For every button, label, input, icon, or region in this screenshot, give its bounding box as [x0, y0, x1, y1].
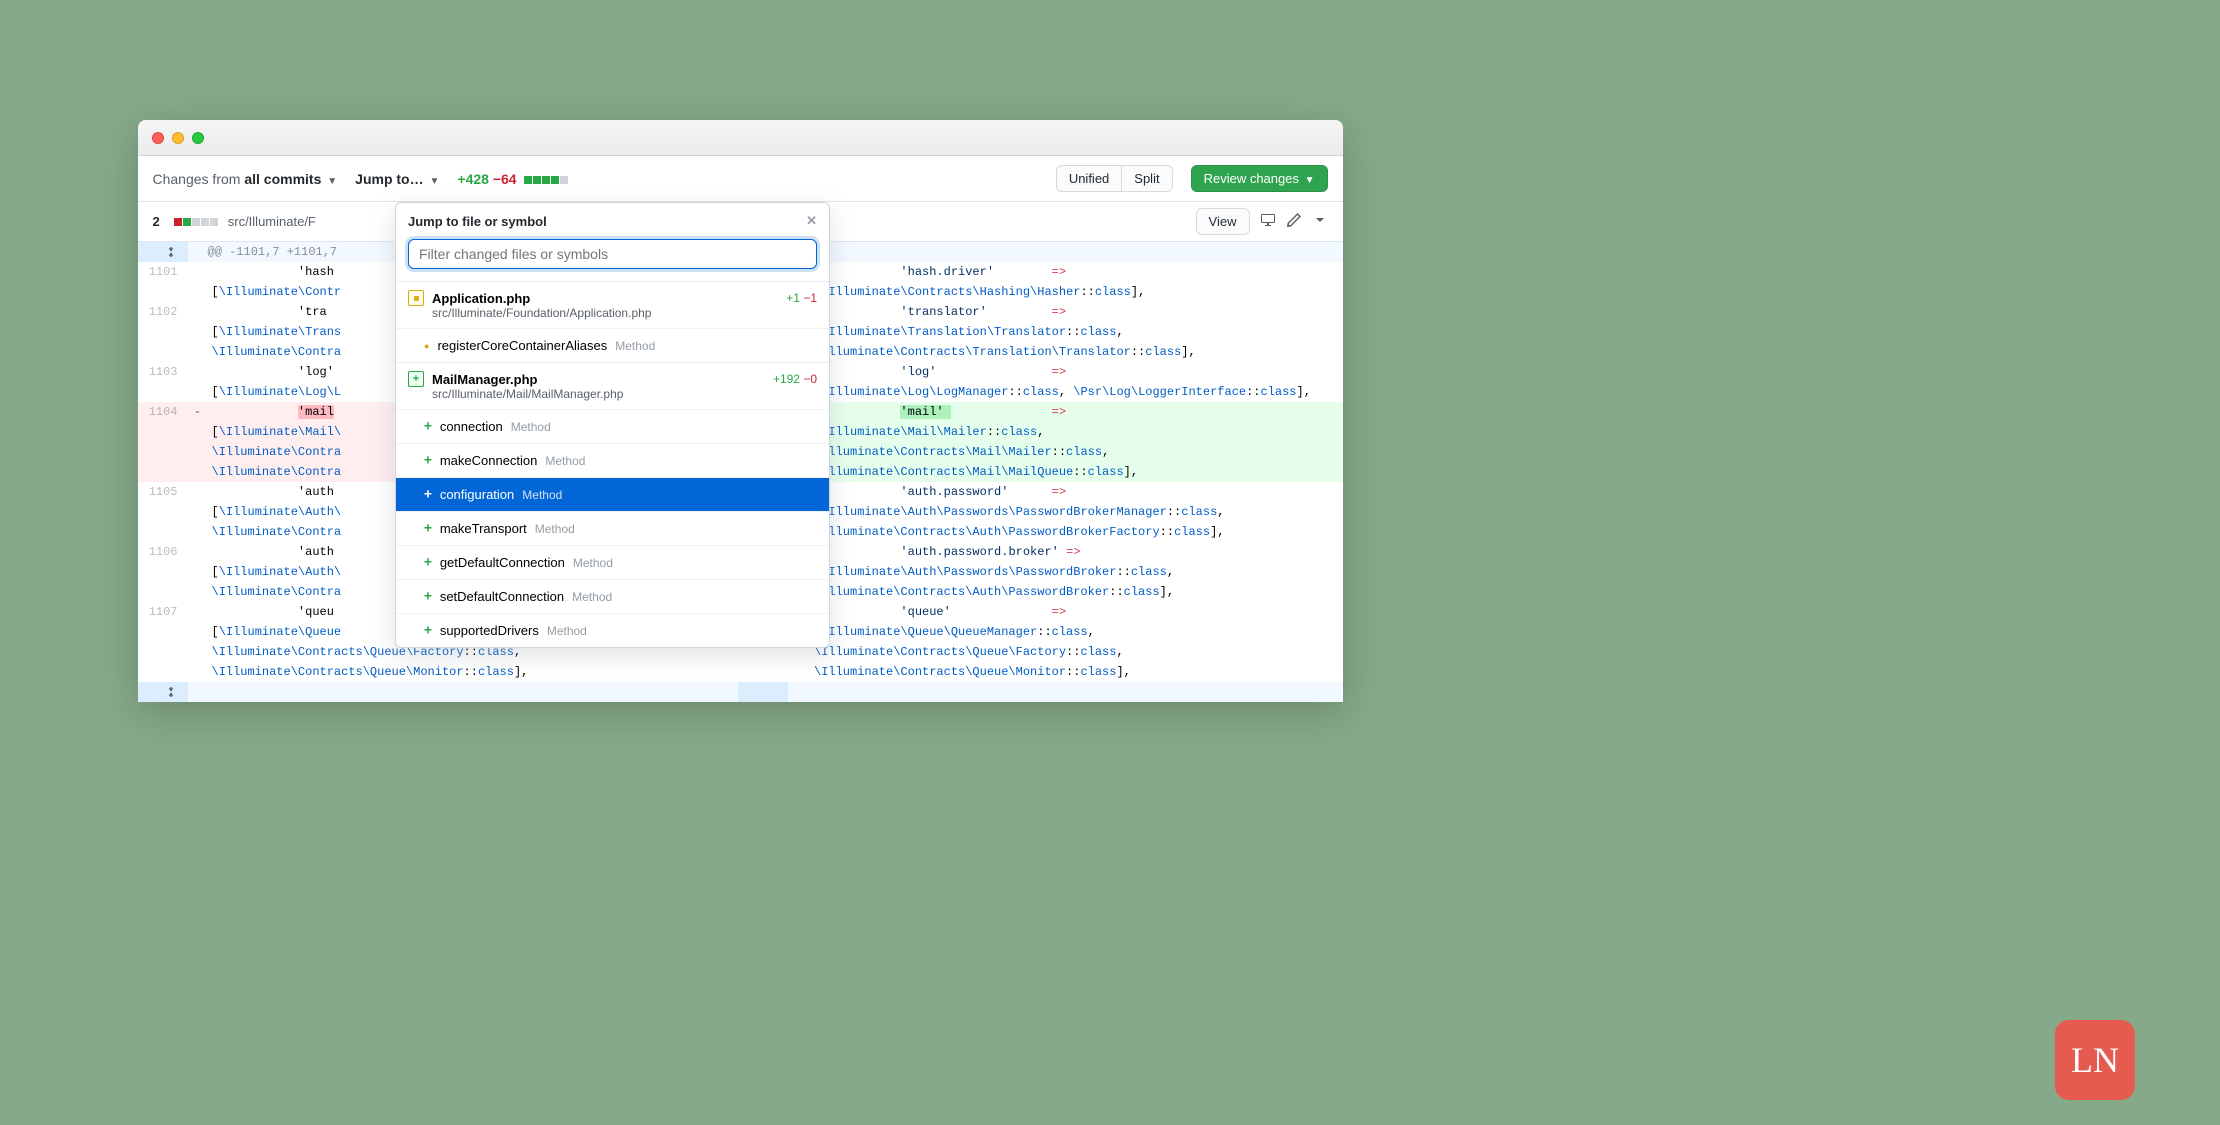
chevron-down-icon[interactable] — [1312, 212, 1328, 231]
titlebar — [138, 120, 1343, 156]
additions-count: +428 — [457, 171, 489, 187]
desktop-icon[interactable] — [1260, 212, 1276, 231]
file-path: src/Illuminate/F — [228, 214, 316, 229]
added-plus-icon: + — [424, 589, 432, 604]
file-changes-count: 2 — [153, 214, 160, 229]
symbol-name: getDefaultConnection — [440, 555, 565, 570]
jump-to-label: Jump to… — [355, 171, 423, 187]
popup-list: Application.php +1 −1src/Illuminate/Found… — [396, 281, 829, 647]
symbol-kind: Method — [615, 339, 655, 353]
modified-dot-icon: ● — [424, 341, 429, 351]
unified-button[interactable]: Unified — [1056, 165, 1121, 192]
caret-down-icon: ▼ — [1305, 175, 1315, 186]
diff-line: \Illuminate\Contracts\Queue\Monitor::cla… — [138, 662, 1343, 682]
symbol-item[interactable]: + configuration Method — [396, 477, 829, 511]
changes-from-dropdown[interactable]: Changes from all commits ▼ — [153, 171, 338, 187]
file-name: Application.php — [432, 291, 530, 306]
changes-from-value: all commits — [244, 171, 321, 187]
symbol-name: makeConnection — [440, 453, 538, 468]
symbol-item[interactable]: ● registerCoreContainerAliases Method — [396, 328, 829, 362]
added-plus-icon: + — [424, 521, 432, 536]
symbol-name: makeTransport — [440, 521, 527, 536]
symbol-kind: Method — [522, 488, 562, 502]
caret-down-icon: ▼ — [430, 176, 440, 187]
window-minimize-button[interactable] — [172, 132, 184, 144]
filter-input[interactable] — [408, 239, 817, 269]
symbol-name: configuration — [440, 487, 514, 502]
diff-toolbar: Changes from all commits ▼ Jump to… ▼ +4… — [138, 156, 1343, 202]
symbol-item[interactable]: + connection Method — [396, 409, 829, 443]
file-path: src/Illuminate/Foundation/Application.ph… — [432, 306, 817, 320]
file-name: MailManager.php — [432, 372, 537, 387]
symbol-kind: Method — [547, 624, 587, 638]
added-plus-icon: + — [424, 623, 432, 638]
file-del-stat: −1 — [803, 291, 817, 305]
symbol-item[interactable]: + makeConnection Method — [396, 443, 829, 477]
symbol-item[interactable]: + setDefaultConnection Method — [396, 579, 829, 613]
symbol-item[interactable]: + makeTransport Method — [396, 511, 829, 545]
close-icon[interactable]: ✕ — [806, 213, 817, 229]
added-plus-icon: + — [424, 487, 432, 502]
file-add-stat: +192 — [773, 372, 800, 386]
symbol-item[interactable]: + getDefaultConnection Method — [396, 545, 829, 579]
deletions-count: −64 — [493, 171, 517, 187]
symbol-kind: Method — [545, 454, 585, 468]
view-file-button[interactable]: View — [1196, 208, 1250, 235]
file-del-stat: −0 — [803, 372, 817, 386]
hunk-footer — [138, 682, 1343, 702]
caret-down-icon: ▼ — [327, 176, 337, 187]
pencil-icon[interactable] — [1286, 212, 1302, 231]
file-diff-blocks-icon — [174, 218, 218, 226]
added-plus-icon: + — [424, 453, 432, 468]
diff-blocks-icon — [524, 176, 568, 184]
file-path: src/Illuminate/Mail/MailManager.php — [432, 387, 817, 401]
changes-from-prefix: Changes from — [153, 171, 245, 187]
expand-icon[interactable] — [138, 682, 188, 702]
split-button[interactable]: Split — [1121, 165, 1172, 192]
diff-stats: +428 −64 — [457, 171, 568, 187]
symbol-name: setDefaultConnection — [440, 589, 564, 604]
symbol-kind: Method — [572, 590, 612, 604]
symbol-item[interactable]: + supportedDrivers Method — [396, 613, 829, 647]
popup-title: Jump to file or symbol — [408, 214, 547, 229]
symbol-kind: Method — [535, 522, 575, 536]
brand-logo: LN — [2055, 1020, 2135, 1100]
symbol-name: registerCoreContainerAliases — [437, 338, 607, 353]
window-zoom-button[interactable] — [192, 132, 204, 144]
symbol-name: supportedDrivers — [440, 623, 539, 638]
jump-to-dropdown[interactable]: Jump to… ▼ — [355, 171, 439, 187]
review-changes-button[interactable]: Review changes ▼ — [1191, 165, 1328, 192]
expand-icon[interactable] — [138, 242, 188, 262]
symbol-kind: Method — [573, 556, 613, 570]
window-close-button[interactable] — [152, 132, 164, 144]
file-item[interactable]: + MailManager.php +192 −0src/Illuminate/Ma… — [396, 362, 829, 409]
symbol-kind: Method — [511, 420, 551, 434]
file-add-stat: +1 — [786, 291, 800, 305]
jump-to-popup: Jump to file or symbol ✕ Application.php… — [395, 202, 830, 648]
added-icon: + — [408, 371, 424, 387]
review-changes-label: Review changes — [1204, 171, 1299, 186]
file-item[interactable]: Application.php +1 −1src/Illuminate/Found… — [396, 281, 829, 328]
added-plus-icon: + — [424, 555, 432, 570]
popup-header: Jump to file or symbol ✕ — [396, 203, 829, 239]
view-mode-toggle: Unified Split — [1056, 165, 1173, 192]
symbol-name: connection — [440, 419, 503, 434]
added-plus-icon: + — [424, 419, 432, 434]
modified-icon — [408, 290, 424, 306]
